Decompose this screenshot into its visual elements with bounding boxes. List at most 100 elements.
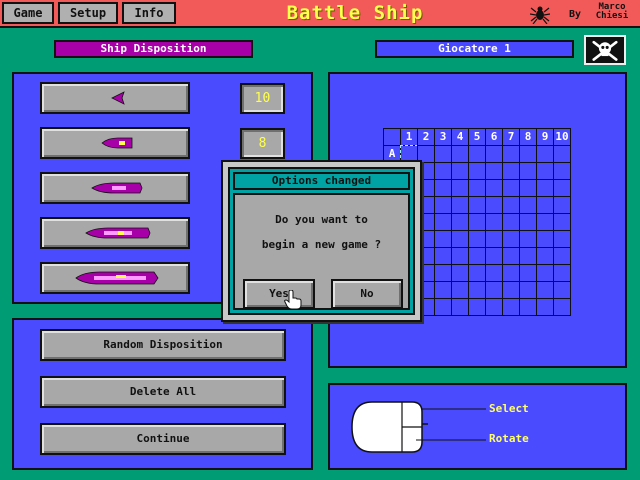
grid-cell[interactable]: [553, 162, 571, 180]
yes-button[interactable]: Yes: [243, 279, 315, 309]
grid-cell[interactable]: [468, 230, 486, 248]
grid-column-header: 1: [400, 128, 418, 146]
grid-cell[interactable]: [502, 213, 520, 231]
grid-cell[interactable]: [519, 230, 537, 248]
grid-cell[interactable]: [434, 213, 452, 231]
by-label: By: [569, 9, 582, 20]
grid-cell[interactable]: [451, 196, 469, 214]
ship-button-2[interactable]: [40, 127, 190, 159]
grid-cell[interactable]: [519, 179, 537, 197]
grid-cell[interactable]: [451, 179, 469, 197]
grid-cell[interactable]: [502, 281, 520, 299]
grid-cell[interactable]: [434, 230, 452, 248]
spider-icon: [530, 6, 550, 24]
grid-cell[interactable]: [536, 179, 554, 197]
grid-cell[interactable]: [553, 213, 571, 231]
grid-cell[interactable]: [451, 145, 469, 163]
grid-cell[interactable]: [536, 298, 554, 316]
grid-cell[interactable]: [485, 298, 503, 316]
ship-button-5[interactable]: [40, 262, 190, 294]
grid-cell[interactable]: [434, 196, 452, 214]
grid-cell[interactable]: [451, 213, 469, 231]
grid-cell[interactable]: [519, 281, 537, 299]
ship-button-4[interactable]: [40, 217, 190, 249]
grid-cell[interactable]: [502, 145, 520, 163]
grid-cell[interactable]: [536, 281, 554, 299]
grid-cell[interactable]: [502, 247, 520, 265]
grid-cell[interactable]: [451, 162, 469, 180]
continue-button[interactable]: Continue: [40, 423, 286, 455]
grid-cell[interactable]: [485, 230, 503, 248]
grid-cell[interactable]: [519, 196, 537, 214]
grid-cell[interactable]: [451, 281, 469, 299]
grid-cell[interactable]: [468, 298, 486, 316]
grid-cell[interactable]: [536, 213, 554, 231]
grid-cell[interactable]: [502, 298, 520, 316]
grid-cell[interactable]: [536, 264, 554, 282]
grid-cell[interactable]: [485, 179, 503, 197]
grid-cell[interactable]: [536, 145, 554, 163]
grid-cell[interactable]: [468, 264, 486, 282]
grid-corner: [383, 128, 401, 146]
grid-cell[interactable]: [553, 298, 571, 316]
grid-cell[interactable]: [553, 196, 571, 214]
random-disposition-button[interactable]: Random Disposition: [40, 329, 286, 361]
grid-cell[interactable]: [553, 247, 571, 265]
grid-cell[interactable]: [451, 298, 469, 316]
grid-cell[interactable]: [451, 230, 469, 248]
grid-cell[interactable]: [502, 179, 520, 197]
ship-button-1[interactable]: [40, 82, 190, 114]
grid-cell[interactable]: [502, 196, 520, 214]
delete-all-button[interactable]: Delete All: [40, 376, 286, 408]
ship-button-3[interactable]: [40, 172, 190, 204]
grid-cell[interactable]: [519, 264, 537, 282]
grid-cell[interactable]: [553, 281, 571, 299]
grid-cell[interactable]: [434, 179, 452, 197]
grid-cell[interactable]: [451, 247, 469, 265]
menu-setup[interactable]: Setup: [58, 2, 118, 24]
grid-cell[interactable]: [468, 281, 486, 299]
grid-cell[interactable]: [519, 247, 537, 265]
grid-cell[interactable]: [485, 162, 503, 180]
grid-cell[interactable]: [434, 145, 452, 163]
grid-cell[interactable]: [502, 264, 520, 282]
grid-cell[interactable]: [536, 247, 554, 265]
grid-cell[interactable]: [536, 162, 554, 180]
grid-cell[interactable]: [468, 145, 486, 163]
grid-cell[interactable]: [485, 145, 503, 163]
grid-cell[interactable]: [536, 196, 554, 214]
grid-cell[interactable]: [553, 179, 571, 197]
grid-cell[interactable]: [468, 247, 486, 265]
dialog-frame: Options changed Do you want to begin a n…: [228, 167, 415, 315]
grid-cell[interactable]: [468, 196, 486, 214]
grid-cell[interactable]: [434, 247, 452, 265]
no-button[interactable]: No: [331, 279, 403, 309]
grid-cell[interactable]: [519, 213, 537, 231]
grid-cell[interactable]: [536, 230, 554, 248]
grid-cell[interactable]: [485, 247, 503, 265]
grid-cell[interactable]: [553, 230, 571, 248]
grid-cell[interactable]: [434, 298, 452, 316]
grid-cell[interactable]: [553, 264, 571, 282]
grid-cell[interactable]: [502, 230, 520, 248]
grid-cell[interactable]: [553, 145, 571, 163]
grid-cell[interactable]: [468, 162, 486, 180]
grid-cell[interactable]: [485, 264, 503, 282]
grid-cell[interactable]: [485, 196, 503, 214]
player-label: Giocatore 1: [375, 40, 574, 58]
grid-cell[interactable]: [485, 281, 503, 299]
grid-cell[interactable]: [485, 213, 503, 231]
grid-cell[interactable]: [468, 179, 486, 197]
grid-cell[interactable]: [451, 264, 469, 282]
grid-cell[interactable]: [434, 162, 452, 180]
grid-column-header: 8: [519, 128, 537, 146]
grid-cell[interactable]: [502, 162, 520, 180]
grid-cell[interactable]: [519, 162, 537, 180]
menu-game[interactable]: Game: [2, 2, 54, 24]
grid-cell[interactable]: [468, 213, 486, 231]
grid-cell[interactable]: [519, 298, 537, 316]
grid-cell[interactable]: [434, 264, 452, 282]
grid-cell[interactable]: [519, 145, 537, 163]
menu-info[interactable]: Info: [122, 2, 176, 24]
grid-cell[interactable]: [434, 281, 452, 299]
